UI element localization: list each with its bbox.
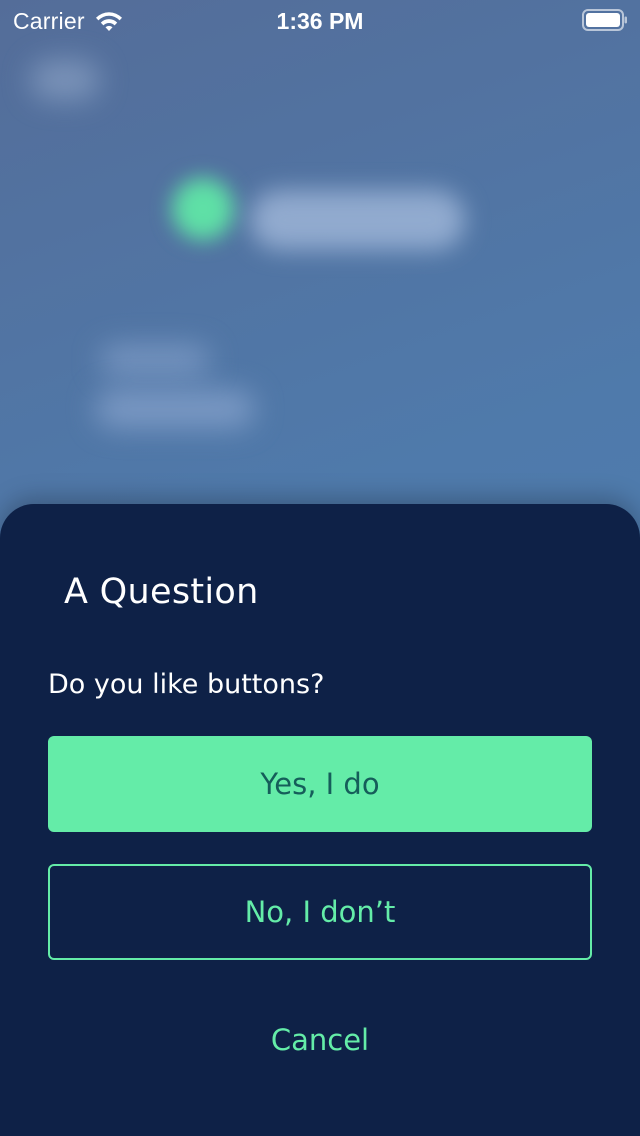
- blurred-text-line: [100, 345, 210, 375]
- battery-full-icon: [582, 9, 627, 31]
- dialog-title: A Question: [64, 572, 259, 612]
- blurred-logo-wordmark: [250, 190, 465, 250]
- yes-button[interactable]: Yes, I do: [48, 736, 592, 832]
- question-bottom-sheet: A Question Do you like buttons? Yes, I d…: [0, 504, 640, 1136]
- dialog-message: Do you like buttons?: [48, 669, 325, 700]
- blurred-logo-icon: [172, 178, 234, 240]
- status-time: 1:36 PM: [276, 8, 364, 34]
- blurred-text-line: [95, 390, 255, 428]
- blurred-menu-icon: [30, 60, 100, 100]
- cancel-button[interactable]: Cancel: [220, 1012, 420, 1068]
- status-bar: Carrier 1:36 PM: [0, 0, 640, 40]
- no-button[interactable]: No, I don’t: [48, 864, 592, 960]
